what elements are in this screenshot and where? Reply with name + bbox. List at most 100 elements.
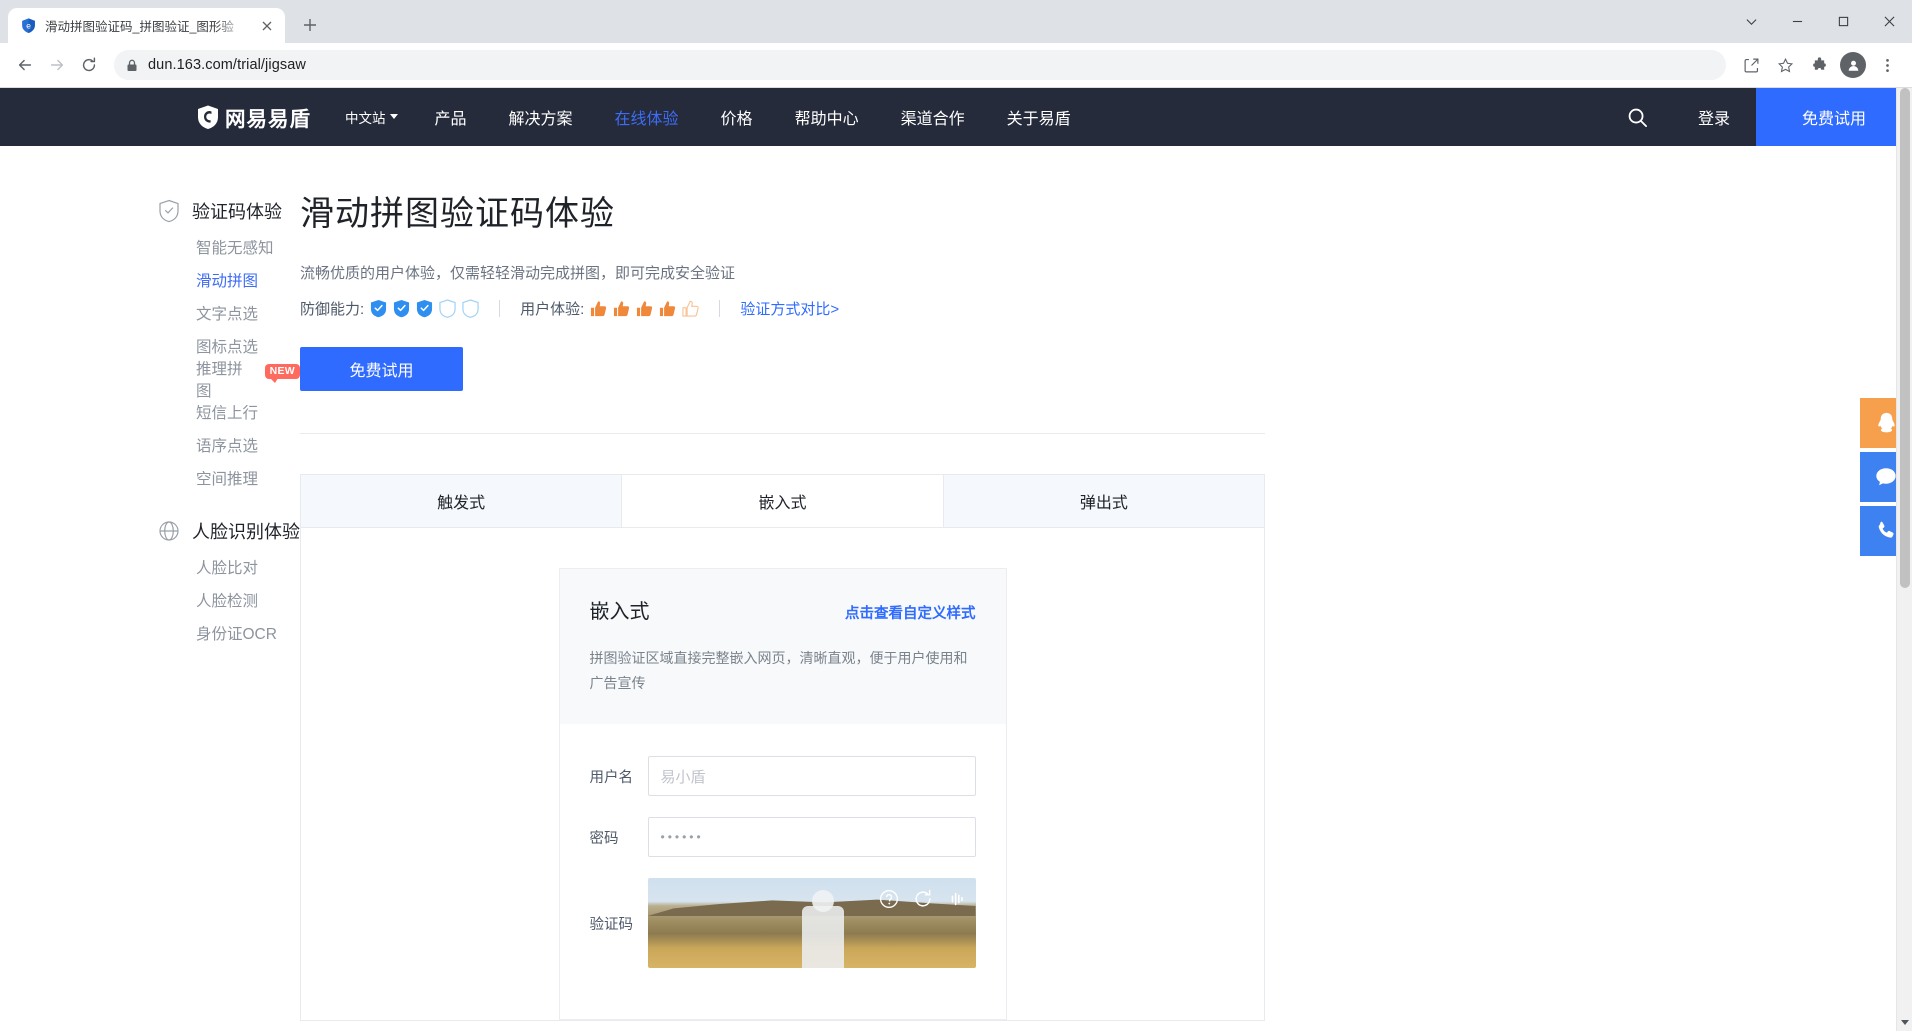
star-icon[interactable]: [1770, 50, 1800, 80]
free-trial-nav-button[interactable]: 免费试用: [1756, 88, 1912, 146]
site-navigation-bar: 网易易盾 中文站 产品 解决方案 在线体验 价格 帮助中心 渠道合作 关于易盾: [0, 88, 1912, 146]
free-trial-button[interactable]: 免费试用: [300, 347, 463, 391]
sidebar-item-huadongpintu[interactable]: 滑动拼图: [0, 263, 300, 296]
sidebar-item-yuxudianxuan[interactable]: 语序点选: [0, 428, 300, 461]
demo-form: 用户名 易小盾 密码 •••••• 验证码: [560, 724, 1006, 1019]
custom-style-link[interactable]: 点击查看自定义样式: [845, 602, 976, 623]
password-label: 密码: [590, 827, 648, 848]
toolbar-right: [1736, 50, 1902, 80]
main-content: 滑动拼图验证码体验 流畅优质的用户体验，仅需轻轻滑动完成拼图，即可完成安全验证 …: [300, 146, 1912, 1021]
captcha-widget[interactable]: [648, 878, 976, 968]
scrollbar-thumb[interactable]: [1900, 88, 1910, 588]
sidebar-item-zhinengwuganzhi[interactable]: 智能无感知: [0, 230, 300, 263]
sidebar-item-label: 短信上行: [196, 401, 258, 423]
address-bar[interactable]: dun.163.com/trial/jigsaw: [114, 50, 1726, 80]
browser-tab[interactable]: e 滑动拼图验证码_拼图验证_图形验: [8, 8, 285, 43]
nav-link-jiage[interactable]: 价格: [700, 88, 774, 146]
sidebar-item-duanxinshangxing[interactable]: 短信上行: [0, 395, 300, 428]
sidebar-item-renlianbidui[interactable]: 人脸比对: [0, 550, 300, 583]
tab-qianrushi[interactable]: 嵌入式: [622, 475, 943, 527]
yidun-shield-icon: [195, 104, 221, 130]
sidebar-item-wenzidianxuan[interactable]: 文字点选: [0, 296, 300, 329]
site-logo-text: 网易易盾: [225, 102, 311, 132]
maximize-icon[interactable]: [1820, 0, 1866, 43]
window-close-icon[interactable]: [1866, 0, 1912, 43]
sidebar-item-renlianjiance[interactable]: 人脸检测: [0, 583, 300, 616]
sidebar-item-kongjiantuili[interactable]: 空间推理: [0, 461, 300, 494]
browser-toolbar: dun.163.com/trial/jigsaw: [0, 43, 1912, 88]
nav-link-chanpin[interactable]: 产品: [414, 88, 488, 146]
site-logo[interactable]: 网易易盾: [195, 88, 329, 146]
nav-right: 登录 免费试用: [1603, 88, 1912, 146]
sidebar-item-label: 语序点选: [196, 434, 258, 456]
language-selector[interactable]: 中文站: [329, 88, 414, 146]
back-arrow-icon[interactable]: [10, 50, 40, 80]
sidebar-group-captcha: 验证码体验: [0, 198, 300, 224]
demo-card: 嵌入式 点击查看自定义样式 拼图验证区域直接完整嵌入网页，清晰直观，便于用户使用…: [559, 568, 1007, 1020]
forward-arrow-icon[interactable]: [42, 50, 72, 80]
captcha-tools: [878, 888, 968, 910]
login-link[interactable]: 登录: [1672, 88, 1756, 146]
demo-mode-tabs: 触发式 嵌入式 弹出式: [300, 474, 1265, 528]
page-viewport: 网易易盾 中文站 产品 解决方案 在线体验 价格 帮助中心 渠道合作 关于易盾: [0, 88, 1912, 1031]
sidebar-item-shenfenzheng-ocr[interactable]: 身份证OCR: [0, 616, 300, 649]
tab-tanchushi[interactable]: 弹出式: [944, 475, 1264, 527]
nav-link-jiejuefangan[interactable]: 解决方案: [488, 88, 594, 146]
lock-icon: [126, 59, 138, 72]
sidebar-group-title: 验证码体验: [192, 198, 282, 224]
sidebar-spacer: [0, 494, 300, 518]
divider: [300, 433, 1265, 434]
person-icon[interactable]: [1838, 50, 1868, 80]
chevron-down-icon[interactable]: [1728, 0, 1774, 43]
minimize-icon[interactable]: [1774, 0, 1820, 43]
defense-shield-rating: [370, 299, 479, 318]
sidebar-group-face: 人脸识别体验: [0, 518, 300, 544]
nav-links: 产品 解决方案 在线体验 价格 帮助中心 渠道合作 关于易盾: [414, 88, 1092, 146]
three-dots-icon[interactable]: [1872, 50, 1902, 80]
experience-thumbs-rating: [590, 300, 699, 318]
experience-label: 用户体验:: [520, 298, 584, 319]
page-body: 验证码体验 智能无感知 滑动拼图 文字点选 图标点选 推理拼图 NEW: [0, 146, 1912, 1021]
sidebar-item-tuilipintu[interactable]: 推理拼图 NEW: [0, 362, 300, 395]
sidebar-item-label: 智能无感知: [196, 236, 274, 258]
captcha-label: 验证码: [590, 913, 648, 934]
globe-icon: [158, 520, 180, 542]
nav-link-zaixiantiyan[interactable]: 在线体验: [594, 88, 700, 146]
nav-link-qudaohezuo[interactable]: 渠道合作: [880, 88, 986, 146]
audio-icon[interactable]: [946, 888, 968, 910]
thumbs-up-icon: [636, 300, 653, 318]
rating-row: 防御能力: 用户体验:: [300, 298, 1265, 319]
username-label: 用户名: [590, 766, 648, 787]
shield-check-icon: [158, 199, 180, 223]
help-icon[interactable]: [878, 888, 900, 910]
close-icon[interactable]: [257, 16, 277, 36]
form-row-username: 用户名 易小盾: [590, 756, 976, 796]
refresh-icon[interactable]: [912, 888, 934, 910]
search-icon[interactable]: [1603, 88, 1672, 146]
nav-link-bangzhuzhongxin[interactable]: 帮助中心: [774, 88, 880, 146]
shield-icon-outline: [462, 299, 479, 318]
new-tab-button[interactable]: [293, 8, 327, 42]
captcha-statue-shape: [802, 906, 844, 968]
puzzle-icon[interactable]: [1804, 50, 1834, 80]
chevron-down-icon[interactable]: [1897, 1015, 1912, 1031]
compare-methods-link[interactable]: 验证方式对比>: [740, 298, 839, 319]
nav-link-guanyuyidun[interactable]: 关于易盾: [986, 88, 1092, 146]
form-row-password: 密码 ••••••: [590, 817, 976, 857]
tab-chufashi[interactable]: 触发式: [301, 475, 622, 527]
demo-card-header: 嵌入式 点击查看自定义样式 拼图验证区域直接完整嵌入网页，清晰直观，便于用户使用…: [560, 569, 1006, 724]
caret-down-icon: [390, 114, 398, 120]
sidebar-item-label: 人脸检测: [196, 589, 258, 611]
page-title: 滑动拼图验证码体验: [300, 186, 1265, 235]
shield-icon: [416, 299, 433, 318]
window-controls: [1728, 0, 1912, 43]
url-text: dun.163.com/trial/jigsaw: [148, 57, 306, 73]
shield-icon-outline: [439, 299, 456, 318]
username-input[interactable]: 易小盾: [648, 756, 976, 796]
sidebar-item-label: 身份证OCR: [196, 622, 277, 644]
reload-icon[interactable]: [74, 50, 104, 80]
share-icon[interactable]: [1736, 50, 1766, 80]
page-scrollbar[interactable]: [1896, 88, 1912, 1031]
password-input[interactable]: ••••••: [648, 817, 976, 857]
tab-title: 滑动拼图验证码_拼图验证_图形验: [45, 16, 249, 35]
